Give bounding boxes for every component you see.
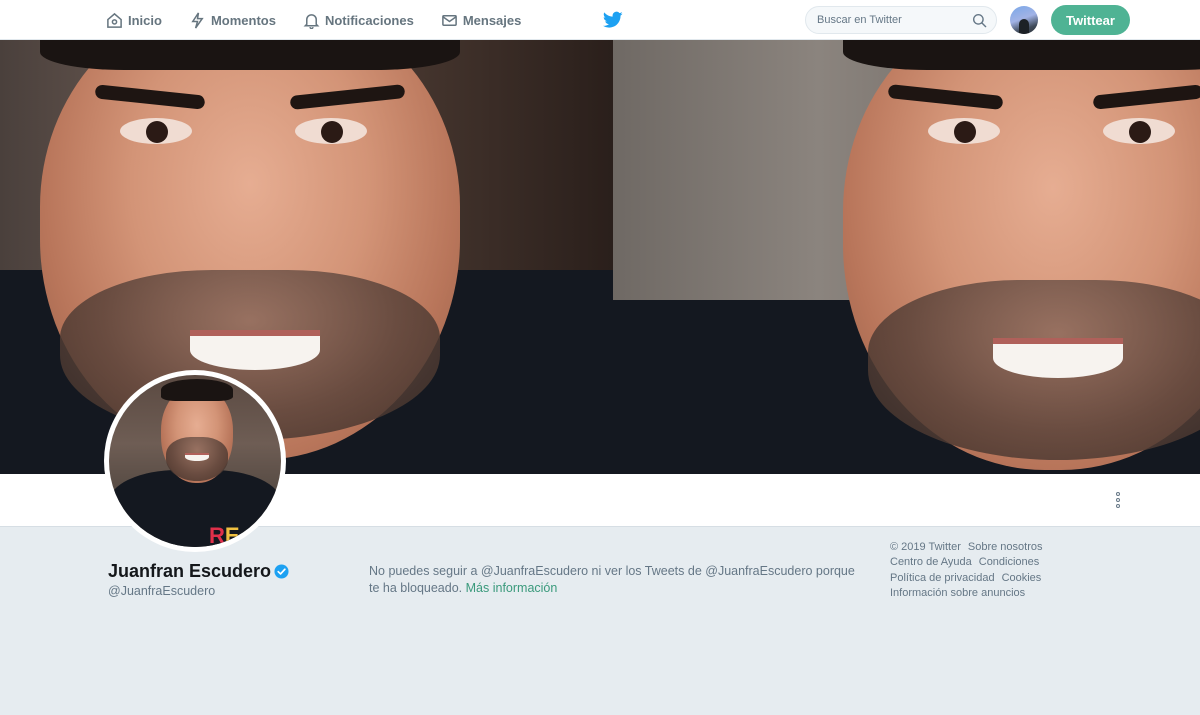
footer-link-cookies[interactable]: Cookies [1002,572,1042,584]
blocked-message: No puedes seguir a @JuanfraEscudero ni v… [369,564,855,595]
blocked-notice: No puedes seguir a @JuanfraEscudero ni v… [369,563,864,597]
nav-item-inicio[interactable]: Inicio [106,12,162,29]
footer-link-about[interactable]: Sobre nosotros [968,541,1043,553]
bell-icon [303,13,320,29]
more-options-icon[interactable] [1108,488,1128,512]
nav-item-momentos[interactable]: Momentos [189,12,276,29]
profile-name[interactable]: Juanfran Escudero [108,561,289,582]
tweet-button[interactable]: Twittear [1051,5,1130,35]
top-navigation-bar: Inicio Momentos Notificaciones Mensajes … [0,0,1200,40]
envelope-icon [441,14,457,26]
footer-link-terms[interactable]: Condiciones [979,556,1040,568]
footer-link-privacy[interactable]: Política de privacidad [890,572,995,584]
header-photo-left [0,40,613,474]
nav-item-mensajes[interactable]: Mensajes [441,12,522,29]
search-icon[interactable] [972,13,987,28]
verified-badge-icon [274,564,289,579]
search-box [805,6,997,34]
footer-link-help[interactable]: Centro de Ayuda [890,556,972,568]
user-avatar-menu[interactable] [1010,6,1038,34]
footer-copyright: © 2019 Twitter [890,541,961,553]
lightning-icon [191,12,204,28]
twitter-bird-logo-icon[interactable] [603,11,623,29]
profile-handle[interactable]: @JuanfraEscudero [108,584,215,598]
footer-link-ads-info[interactable]: Información sobre anuncios [890,587,1025,599]
profile-avatar[interactable]: RE [104,370,286,552]
nav-label-inicio: Inicio [128,12,162,28]
more-info-link[interactable]: Más información [466,581,558,595]
home-icon [107,12,122,28]
footer-links: © 2019 Twitter Sobre nosotros Centro de A… [890,540,1090,602]
search-input[interactable] [806,7,956,33]
profile-name-text: Juanfran Escudero [108,561,272,581]
nav-menu: Inicio Momentos Notificaciones Mensajes [106,0,548,40]
header-photo-right [613,40,1200,474]
nav-label-notificaciones: Notificaciones [324,12,414,28]
nav-label-momentos: Momentos [210,12,276,28]
nav-item-notificaciones[interactable]: Notificaciones [303,12,414,29]
nav-label-mensajes: Mensajes [462,12,522,28]
